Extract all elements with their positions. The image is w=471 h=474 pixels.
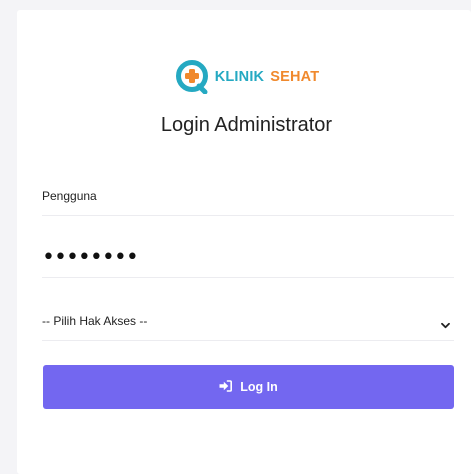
username-input[interactable]: Pengguna [42,181,454,216]
username-value: Pengguna [42,189,97,203]
login-button[interactable]: Log In [43,365,454,409]
brand-word-klinik: KLINIK [214,69,265,85]
medical-cross-logo-icon [175,60,209,94]
password-input[interactable]: •••••••• [42,243,454,278]
login-card: KLINIK SEHAT Login Administrator Penggun… [17,10,471,474]
sign-in-icon [219,379,233,395]
login-button-label: Log In [240,380,278,394]
chevron-down-icon [441,317,450,329]
brand-logo: KLINIK SEHAT [17,60,471,94]
role-select[interactable]: -- Pilih Hak Akses -- [42,306,454,341]
page-title: Login Administrator [160,114,333,136]
password-mask: •••••••• [42,245,139,270]
brand-word-sehat: SEHAT [270,69,320,85]
role-select-value: -- Pilih Hak Akses -- [42,314,148,328]
